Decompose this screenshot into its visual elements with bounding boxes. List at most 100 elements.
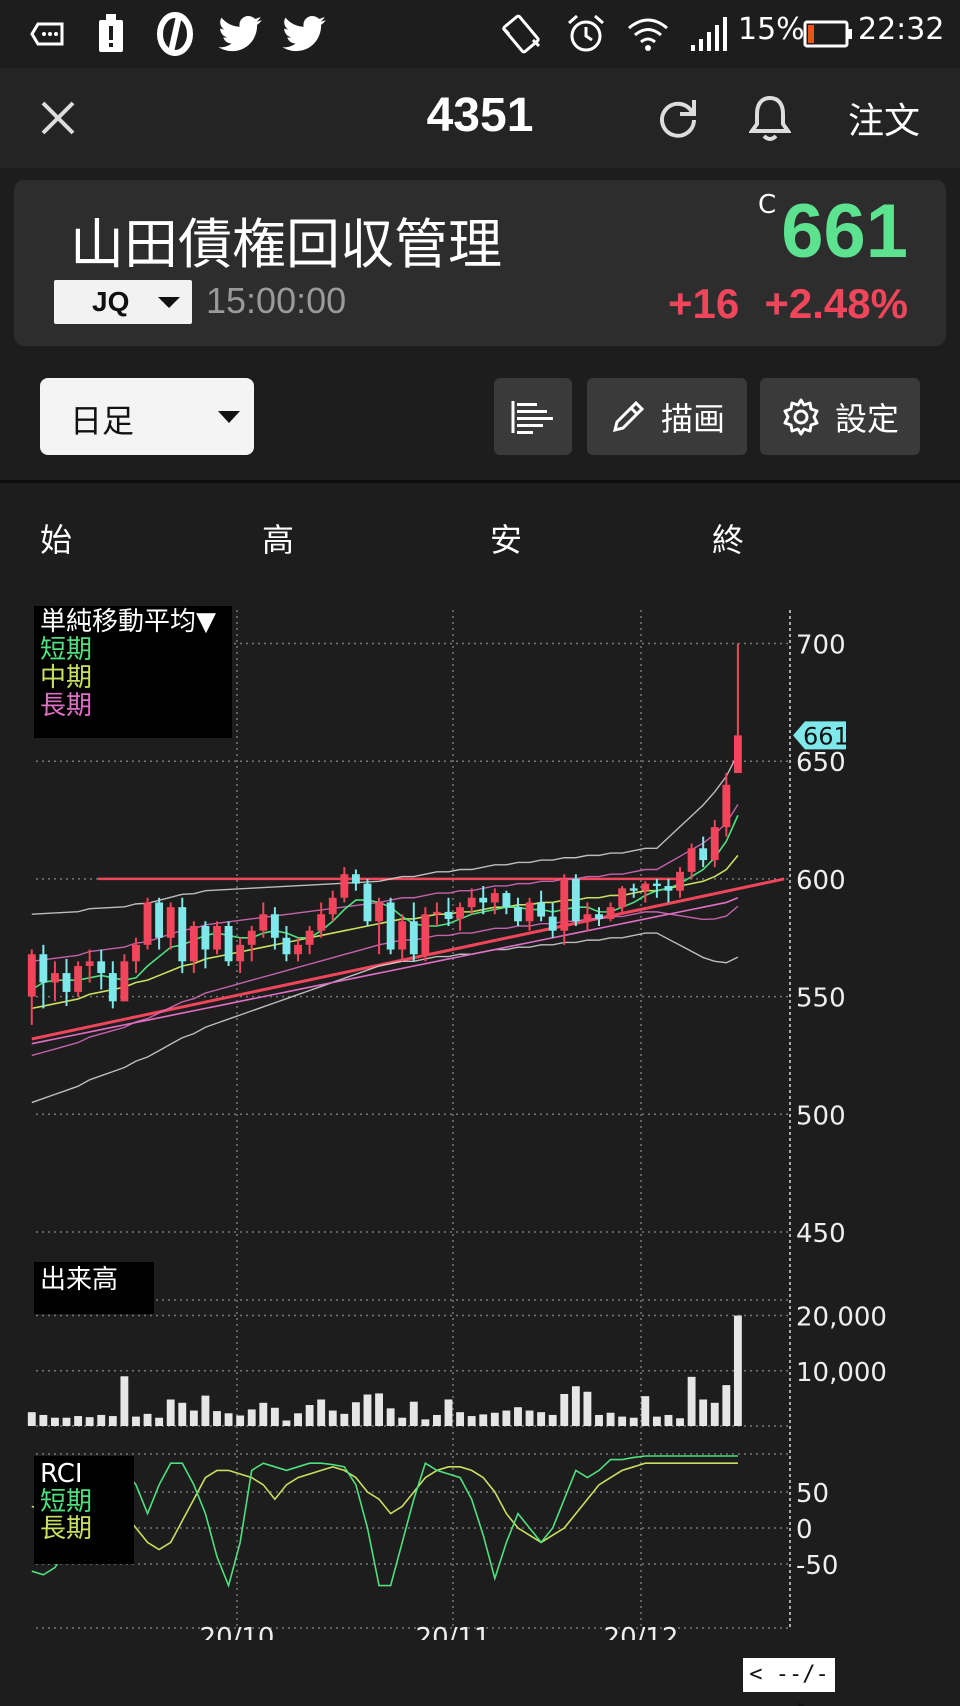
- candle-body: [224, 926, 233, 962]
- volume-bar: [409, 1401, 418, 1426]
- battery-percent: 15%: [738, 12, 805, 47]
- market-select[interactable]: JQ: [54, 280, 192, 324]
- volume-bar: [641, 1396, 650, 1426]
- bell-icon[interactable]: [742, 68, 798, 168]
- volume-bar: [85, 1417, 94, 1426]
- candle-body: [375, 902, 383, 922]
- volume-bar: [583, 1391, 592, 1426]
- volume-bar: [525, 1410, 534, 1426]
- legend-entry: 短期: [40, 635, 92, 665]
- candle-body: [363, 883, 372, 922]
- current-price: 661: [781, 189, 908, 274]
- legend-title: 単純移動平均▼: [40, 607, 216, 637]
- volume-bar: [143, 1413, 152, 1426]
- volume-bar: [259, 1402, 268, 1426]
- candle-body: [629, 888, 638, 891]
- volume-bar: [213, 1411, 221, 1426]
- signal-icon: [688, 0, 728, 68]
- board-button[interactable]: [494, 378, 572, 455]
- quote-card: 山田債権回収管理 JQ 15:00:00 C 661 +16 +2.48%: [14, 180, 946, 346]
- volume-bar: [687, 1376, 696, 1426]
- candle-body: [433, 911, 441, 915]
- candle-body: [514, 907, 522, 922]
- candle-body: [595, 914, 603, 919]
- y-tick-label: 20,000: [796, 1303, 887, 1333]
- candle-body: [247, 930, 256, 945]
- volume-bar: [27, 1412, 36, 1426]
- period-label: 日足: [70, 402, 135, 440]
- pager-button[interactable]: < --/-- >: [743, 1658, 835, 1706]
- volume-bar: [317, 1399, 326, 1426]
- volume-bar: [548, 1414, 557, 1426]
- candle-body: [189, 926, 198, 962]
- settings-button[interactable]: 設定: [760, 378, 920, 455]
- y-tick-label: 50: [796, 1479, 829, 1509]
- candle-body: [317, 914, 326, 931]
- market-label: JQ: [92, 286, 130, 317]
- volume-bar: [340, 1413, 349, 1426]
- volume-bar: [571, 1386, 580, 1426]
- candle-body: [259, 914, 268, 931]
- rci-line: [31, 1455, 738, 1589]
- draw-label: 描画: [660, 399, 725, 438]
- volume-bar: [537, 1412, 546, 1426]
- draw-button[interactable]: 描画: [587, 378, 747, 455]
- candle-body: [652, 883, 661, 886]
- volume-bar: [629, 1417, 638, 1426]
- volume-bar: [39, 1414, 48, 1426]
- candle-body: [97, 961, 106, 974]
- volume-bar: [606, 1412, 615, 1426]
- stock-name: 山田債権回収管理: [70, 213, 502, 276]
- candle-body: [51, 973, 59, 983]
- volume-bar: [270, 1407, 279, 1426]
- divider: [0, 480, 960, 483]
- order-button[interactable]: 注文: [848, 68, 920, 168]
- period-select[interactable]: 日足: [40, 378, 254, 455]
- volume-bar: [456, 1412, 465, 1426]
- volume-bar: [108, 1416, 117, 1426]
- refresh-icon[interactable]: [650, 68, 706, 168]
- volume-bar: [433, 1414, 441, 1426]
- volume-bar: [51, 1417, 59, 1426]
- legend-entry: 長期: [40, 691, 92, 721]
- volume-bar: [375, 1393, 383, 1426]
- candle-body: [548, 916, 557, 931]
- candle-body: [213, 926, 221, 950]
- volume-bar: [305, 1405, 314, 1426]
- app-icon: [152, 0, 198, 68]
- voicemail-icon: [28, 0, 68, 68]
- candle-body: [386, 902, 395, 950]
- legend-entry: 短期: [40, 1487, 92, 1517]
- candle-body: [340, 874, 349, 898]
- y-tick-label: -50: [796, 1551, 838, 1581]
- volume-bar: [676, 1418, 684, 1426]
- high-label: 高: [262, 521, 295, 559]
- rci-line: [31, 1462, 738, 1551]
- candle-body: [525, 902, 534, 922]
- volume-bar: [201, 1395, 210, 1426]
- y-tick-label: 450: [796, 1219, 846, 1249]
- candle-body: [560, 878, 569, 931]
- volume-bar: [479, 1414, 488, 1426]
- price-mark: C: [758, 190, 777, 220]
- status-bar: 15% 22:32: [0, 0, 960, 68]
- legend-entry: 中期: [40, 663, 92, 693]
- volume-bar: [236, 1415, 245, 1426]
- alert-icon: [96, 0, 126, 68]
- volume-bar: [699, 1399, 708, 1426]
- candle-body: [571, 878, 580, 922]
- candle-body: [710, 827, 719, 861]
- volume-bar: [132, 1416, 140, 1426]
- close-label: 終: [712, 521, 745, 559]
- band-line: [31, 804, 739, 963]
- candle-body: [641, 883, 650, 891]
- stock-chart[interactable]: 700650600550500450661単純移動平均▼短期中期長期出来高20,…: [0, 600, 960, 1640]
- y-tick-label: 0: [796, 1515, 813, 1545]
- volume-bar: [363, 1394, 372, 1426]
- volume-bar: [595, 1414, 603, 1426]
- price-change: +16: [668, 280, 740, 327]
- x-tick-label: 20/11: [416, 1623, 491, 1640]
- candle-body: [155, 902, 164, 938]
- candle-body: [132, 944, 140, 962]
- band-line: [31, 905, 739, 1057]
